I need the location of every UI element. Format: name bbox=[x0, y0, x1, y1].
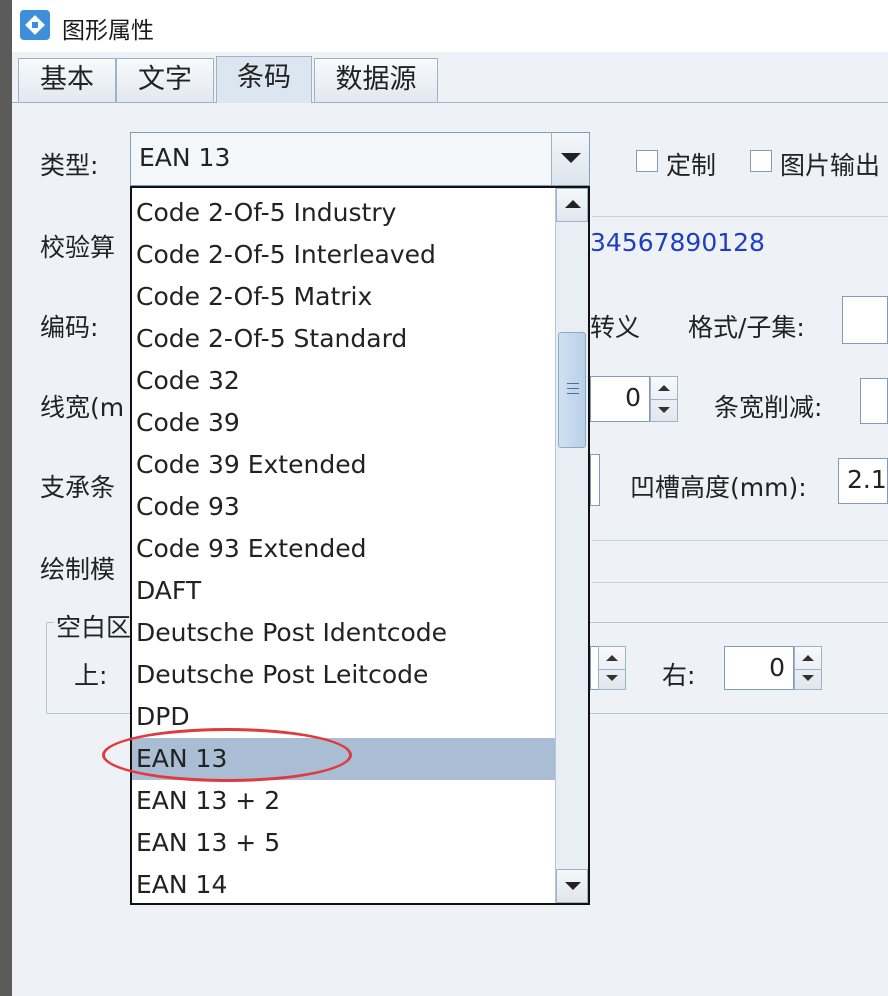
combobox-dropdown-button[interactable] bbox=[551, 133, 589, 185]
properties-dialog: 图形属性 基本 文字 条码 数据源 类型: EAN 13 定制 图片输出 校验算… bbox=[12, 0, 888, 996]
app-icon bbox=[20, 10, 50, 40]
line-width-label: 线宽(m bbox=[40, 393, 125, 422]
checksum-value: 34567890128 bbox=[590, 228, 765, 257]
tab-text[interactable]: 文字 bbox=[116, 58, 214, 102]
tab-strip: 基本 文字 条码 数据源 bbox=[12, 52, 888, 103]
support-bar-field[interactable] bbox=[590, 454, 600, 506]
dropdown-item[interactable]: DAFT bbox=[132, 570, 556, 612]
dropdown-scrollbar[interactable] bbox=[555, 188, 588, 903]
top-margin-spinner[interactable] bbox=[598, 646, 626, 690]
support-bar-label: 支承条 bbox=[40, 473, 116, 502]
dropdown-item[interactable]: Code 2-Of-5 Standard bbox=[132, 318, 556, 360]
checksum-label: 校验算 bbox=[40, 233, 116, 262]
dropdown-item[interactable]: Deutsche Post Leitcode bbox=[132, 654, 556, 696]
chevron-down-icon bbox=[561, 153, 581, 163]
scroll-up-icon[interactable] bbox=[556, 188, 588, 222]
encoding-label: 编码: bbox=[40, 313, 99, 342]
format-subset-label: 格式/子集: bbox=[688, 313, 805, 342]
right-margin-label: 右: bbox=[662, 661, 696, 690]
window-title: 图形属性 bbox=[62, 18, 154, 44]
separator bbox=[592, 540, 888, 541]
right-margin-spinner[interactable] bbox=[794, 646, 822, 690]
draw-mode-label: 绘制模 bbox=[40, 555, 116, 584]
image-output-checkbox[interactable] bbox=[750, 150, 772, 172]
dropdown-item[interactable]: EAN 13 + 2 bbox=[132, 780, 556, 822]
quiet-zone-label: 空白区 bbox=[54, 608, 134, 644]
dropdown-item[interactable]: Code 2-Of-5 Interleaved bbox=[132, 234, 556, 276]
dropdown-item[interactable]: Deutsche Post Identcode bbox=[132, 612, 556, 654]
separator bbox=[592, 216, 888, 217]
line-width-field[interactable]: 0 bbox=[590, 376, 650, 422]
custom-checkbox[interactable] bbox=[636, 150, 658, 172]
line-width-spinner[interactable] bbox=[650, 376, 678, 422]
dropdown-item[interactable]: EAN 13 + 5 bbox=[132, 822, 556, 864]
dropdown-item[interactable]: Code 2-Of-5 Industry bbox=[132, 192, 556, 234]
dropdown-item[interactable]: Code 2-Of-5 Matrix bbox=[132, 276, 556, 318]
scrollbar-thumb[interactable] bbox=[558, 332, 586, 448]
bar-width-reduction-field[interactable] bbox=[860, 378, 888, 424]
highlight-circle bbox=[102, 728, 352, 782]
format-subset-field[interactable] bbox=[842, 296, 888, 344]
bar-width-reduction-label: 条宽削减: bbox=[714, 393, 823, 422]
type-combobox[interactable]: EAN 13 bbox=[130, 132, 590, 186]
escape-label: 转义 bbox=[590, 313, 641, 342]
barcode-type-dropdown[interactable]: Code 2-Of-5 Industry Code 2-Of-5 Interle… bbox=[130, 186, 590, 905]
notch-height-label: 凹槽高度(mm): bbox=[630, 473, 807, 502]
dropdown-item[interactable]: Code 39 Extended bbox=[132, 444, 556, 486]
dropdown-item[interactable]: Code 93 bbox=[132, 486, 556, 528]
tab-basic[interactable]: 基本 bbox=[18, 58, 116, 102]
separator bbox=[592, 582, 888, 583]
dropdown-item[interactable]: Code 32 bbox=[132, 360, 556, 402]
dropdown-item[interactable]: EAN 14 bbox=[132, 864, 556, 903]
tab-data-source[interactable]: 数据源 bbox=[314, 58, 438, 102]
notch-height-field[interactable]: 2.1 bbox=[838, 458, 888, 504]
type-label: 类型: bbox=[40, 151, 99, 180]
image-output-label: 图片输出 bbox=[780, 151, 881, 180]
scroll-down-icon[interactable] bbox=[556, 869, 588, 903]
dropdown-item[interactable]: Code 39 bbox=[132, 402, 556, 444]
right-margin-field[interactable]: 0 bbox=[724, 646, 794, 690]
tab-barcode[interactable]: 条码 bbox=[216, 56, 312, 103]
title-bar: 图形属性 bbox=[12, 0, 888, 52]
type-combobox-value: EAN 13 bbox=[139, 143, 231, 172]
dropdown-item[interactable]: Code 93 Extended bbox=[132, 528, 556, 570]
top-margin-label: 上: bbox=[74, 661, 108, 690]
custom-label: 定制 bbox=[666, 151, 717, 180]
